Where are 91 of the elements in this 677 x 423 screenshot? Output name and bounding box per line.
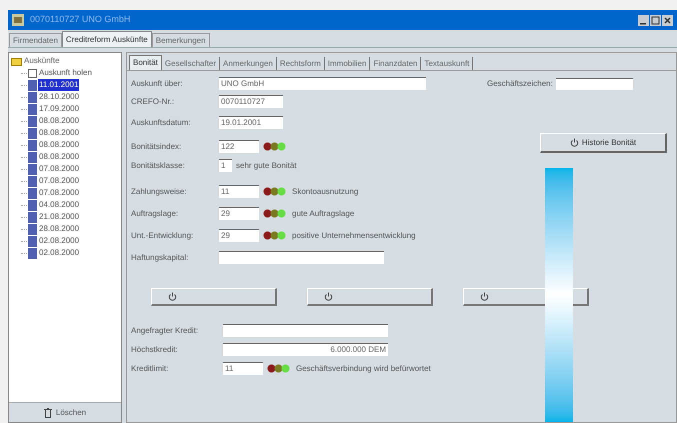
document-icon [28, 140, 37, 150]
field-label: Geschäftszeichen: [487, 78, 553, 90]
history-button[interactable]: Historie Bonität [540, 133, 667, 153]
tree-item[interactable]: 21.08.2000 [38, 211, 80, 223]
document-icon [28, 128, 37, 138]
input-field[interactable]: UNO GmbH [219, 77, 426, 90]
tree-item[interactable]: 02.08.2000 [38, 235, 80, 247]
maximize-icon[interactable] [650, 14, 661, 26]
document-icon [28, 116, 37, 126]
tab[interactable]: Immobilien [324, 57, 370, 70]
traffic-light-icon [263, 231, 288, 240]
field-label: Unt.-Entwicklung: [131, 230, 194, 242]
document-icon [28, 164, 37, 174]
field-label: Höchstkredit: [131, 344, 179, 356]
field-label: Bonitätsindex: [131, 140, 182, 152]
tab[interactable]: Textauskunft [421, 57, 474, 70]
document-icon [28, 224, 37, 234]
tree-item[interactable]: 28.08.2000 [38, 223, 80, 235]
tab[interactable]: Gesellschafter [162, 57, 220, 70]
document-icon [28, 200, 37, 210]
tree-item[interactable]: 07.08.2000 [38, 175, 80, 187]
field-label: Zahlungsweise: [131, 186, 188, 198]
field-label: CREFO-Nr.: [131, 96, 176, 108]
tree-item[interactable]: 17.09.2000 [38, 103, 80, 115]
tree-item[interactable]: 07.08.2000 [38, 187, 80, 199]
tree-item[interactable]: 07.08.2000 [38, 163, 80, 175]
traffic-light-icon [263, 209, 288, 218]
tab[interactable]: Bonität [129, 55, 162, 70]
tree-item[interactable]: 11.01.2001 [38, 79, 80, 91]
traffic-light-icon [267, 364, 292, 373]
input-field[interactable] [223, 324, 388, 337]
reference-field[interactable] [556, 78, 633, 90]
tab[interactable]: Bemerkungen [152, 33, 210, 47]
tree-item[interactable]: 08.08.2000 [38, 115, 80, 127]
tree-item[interactable]: 08.08.2000 [38, 139, 80, 151]
field-label: Angefragter Kredit: [131, 324, 200, 336]
document-icon [28, 80, 37, 90]
tree-item[interactable]: 28.10.2000 [38, 91, 80, 103]
app-icon [12, 14, 24, 26]
field-label: Haftungskapital: [131, 252, 190, 264]
tree-item[interactable]: 02.08.2000 [38, 247, 80, 259]
tab[interactable]: Rechtsform [276, 57, 325, 70]
field-note: positive Unternehmensentwicklung [292, 230, 416, 242]
traffic-light-icon [263, 187, 288, 196]
document-icon [28, 104, 37, 114]
traffic-light-icon [263, 142, 288, 151]
tree-item[interactable]: 04.08.2000 [38, 199, 80, 211]
tree-item[interactable]: Auskunft holen [38, 67, 93, 79]
document-icon [28, 188, 37, 198]
document-icon [28, 248, 37, 258]
field-note: gute Auftragslage [292, 208, 354, 220]
tab[interactable]: Creditreform Auskünfte [62, 31, 152, 47]
document-icon [28, 176, 37, 186]
document-icon [28, 236, 37, 246]
input-field[interactable]: 29 [219, 207, 259, 220]
field-note: Geschäftsverbindung wird befürwortet [296, 362, 431, 374]
field-label: Auftragslage: [131, 208, 180, 220]
document-icon [28, 212, 37, 222]
input-field[interactable]: 6.000.000 DEM [223, 343, 388, 356]
field-note: Skontoausnutzung [292, 186, 358, 198]
field-label: Auskunft über: [131, 78, 184, 90]
tree-item[interactable]: 08.08.2000 [38, 151, 80, 163]
input-field[interactable]: 19.01.2001 [219, 116, 283, 129]
minimize-icon[interactable] [638, 14, 649, 26]
window-title: 0070110727 UNO GmbH [30, 13, 130, 26]
power-icon [324, 292, 333, 301]
document-icon [28, 92, 37, 102]
input-field[interactable]: 0070110727 [219, 95, 283, 108]
field-note: sehr gute Bonität [236, 160, 296, 172]
input-field[interactable]: 11 [219, 185, 259, 198]
input-field[interactable] [219, 251, 384, 264]
tree-item[interactable]: 08.08.2000 [38, 127, 80, 139]
document-icon [28, 152, 37, 162]
power-icon [480, 292, 489, 301]
input-field[interactable]: 1 [219, 159, 232, 172]
tab[interactable]: Finanzdaten [370, 57, 422, 70]
power-icon [570, 138, 579, 147]
folder-icon [11, 56, 22, 66]
tab[interactable]: Firmendaten [9, 33, 62, 47]
input-field[interactable]: 29 [219, 229, 259, 242]
trash-icon [44, 408, 52, 418]
checkbox-icon [28, 68, 37, 78]
field-label: Bonitätsklasse: [131, 160, 186, 172]
field-label: Kreditlimit: [131, 362, 170, 374]
input-field[interactable]: 122 [219, 140, 259, 153]
close-icon[interactable] [662, 14, 673, 26]
power-icon [168, 292, 177, 301]
tree-item[interactable]: Auskünfte [24, 55, 60, 67]
field-label: Auskunftsdatum: [131, 116, 192, 128]
tab[interactable]: Anmerkungen [220, 57, 277, 70]
input-field[interactable]: 11 [223, 362, 263, 375]
